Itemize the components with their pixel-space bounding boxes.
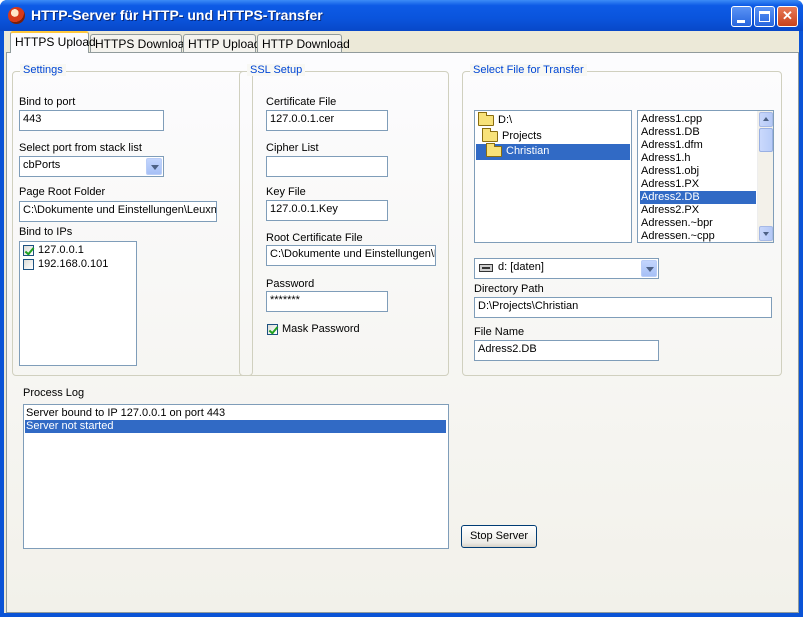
root-certificate-input[interactable]: C:\Dokumente und Einstellungen\L: [266, 245, 436, 266]
file-item-selected[interactable]: Adress2.DB: [640, 191, 756, 204]
scroll-up-icon[interactable]: [759, 112, 773, 127]
drive-value: d: [daten]: [498, 261, 544, 273]
open-folder-icon: [486, 143, 502, 157]
tree-item-label: Projects: [502, 130, 542, 142]
stack-port-select[interactable]: cbPorts: [19, 156, 164, 177]
scroll-thumb[interactable]: [759, 128, 773, 152]
title-bar[interactable]: HTTP-Server für HTTP- und HTTPS-Transfer…: [0, 0, 803, 31]
process-log-list[interactable]: Server bound to IP 127.0.0.1 on port 443…: [23, 404, 449, 549]
bind-ips-label: Bind to IPs: [19, 226, 73, 238]
close-button[interactable]: ✕: [777, 6, 798, 27]
client-area: HTTPS Upload HTTPS Download HTTP Upload …: [4, 31, 799, 613]
ssl-setup-group: SSL Setup Certificate File 127.0.0.1.cer…: [239, 64, 449, 376]
root-folder-input[interactable]: C:\Dokumente und Einstellungen\Leuxne: [19, 201, 217, 222]
open-folder-icon: [478, 112, 494, 126]
file-list-scrollbar[interactable]: [757, 111, 773, 242]
close-icon: ✕: [782, 8, 793, 23]
directory-path-input[interactable]: D:\Projects\Christian: [474, 297, 772, 318]
file-item[interactable]: Adress1.obj: [640, 165, 756, 178]
file-item[interactable]: Adress1.cpp: [640, 113, 756, 126]
maximize-icon: [759, 11, 770, 22]
file-item[interactable]: Adress1.dfm: [640, 139, 756, 152]
mask-password-label: Mask Password: [282, 323, 360, 335]
stack-port-value: cbPorts: [23, 159, 61, 171]
log-entry[interactable]: Server bound to IP 127.0.0.1 on port 443: [25, 407, 446, 420]
process-log-label: Process Log: [23, 387, 85, 399]
maximize-button[interactable]: [754, 6, 775, 27]
file-name-input[interactable]: Adress2.DB: [474, 340, 659, 361]
file-item[interactable]: Adress1.DB: [640, 126, 756, 139]
cipher-list-input[interactable]: [266, 156, 388, 177]
minimize-icon: [737, 20, 745, 23]
settings-group-title: Settings: [20, 64, 66, 76]
tab-http-upload[interactable]: HTTP Upload: [183, 34, 260, 53]
app-icon: [8, 7, 25, 24]
tab-https-download[interactable]: HTTPS Download: [90, 34, 191, 53]
open-folder-icon: [482, 128, 498, 142]
minimize-button[interactable]: [731, 6, 752, 27]
select-file-group: Select File for Transfer D:\ Projects Ch…: [462, 64, 782, 376]
ip-item-label: 127.0.0.1: [38, 244, 84, 256]
checkbox-checked-icon[interactable]: [267, 324, 278, 335]
log-entry-selected[interactable]: Server not started: [25, 420, 446, 433]
tree-item-label: Christian: [506, 145, 550, 157]
file-item[interactable]: Adressen.~cpp: [640, 230, 756, 242]
bind-port-label: Bind to port: [19, 96, 76, 108]
checkbox-checked-icon[interactable]: [23, 245, 34, 256]
file-name-label: File Name: [474, 326, 525, 338]
password-input[interactable]: *******: [266, 291, 388, 312]
file-item[interactable]: Adress1.h: [640, 152, 756, 165]
scroll-down-icon[interactable]: [759, 226, 773, 241]
tab-https-upload[interactable]: HTTPS Upload: [10, 31, 96, 53]
cipher-list-label: Cipher List: [266, 142, 319, 154]
bind-port-input[interactable]: 443: [19, 110, 164, 131]
file-item[interactable]: Adress1.PX: [640, 178, 756, 191]
directory-tree[interactable]: D:\ Projects Christian: [474, 110, 632, 243]
settings-group: Settings Bind to port 443 Select port fr…: [12, 64, 253, 376]
file-list[interactable]: Adress1.cpp Adress1.DB Adress1.dfm Adres…: [637, 110, 774, 243]
password-label: Password: [266, 278, 315, 290]
window-title: HTTP-Server für HTTP- und HTTPS-Transfer: [31, 7, 323, 23]
tab-http-download[interactable]: HTTP Download: [257, 34, 350, 53]
certificate-label: Certificate File: [266, 96, 337, 108]
tree-item-christian[interactable]: Christian: [476, 143, 630, 160]
tab-panel-https-upload: Settings Bind to port 443 Select port fr…: [6, 52, 799, 613]
chevron-down-icon[interactable]: [641, 260, 657, 277]
stop-server-button[interactable]: Stop Server: [461, 525, 537, 548]
checkbox-unchecked-icon[interactable]: [23, 259, 34, 270]
app-window: HTTP-Server für HTTP- und HTTPS-Transfer…: [0, 0, 803, 617]
root-folder-label: Page Root Folder: [19, 186, 106, 198]
ssl-group-title: SSL Setup: [247, 64, 306, 76]
tree-item-label: D:\: [498, 114, 513, 126]
drive-select[interactable]: d: [daten]: [474, 258, 659, 279]
key-file-label: Key File: [266, 186, 306, 198]
certificate-input[interactable]: 127.0.0.1.cer: [266, 110, 388, 131]
key-file-input[interactable]: 127.0.0.1.Key: [266, 200, 388, 221]
drive-icon: [479, 264, 493, 272]
file-item[interactable]: Adressen.~bpr: [640, 217, 756, 230]
directory-path-label: Directory Path: [474, 283, 544, 295]
tree-item-projects[interactable]: Projects: [482, 128, 628, 145]
ip-checklist[interactable]: 127.0.0.1 192.168.0.101: [19, 241, 137, 366]
root-certificate-label: Root Certificate File: [266, 232, 363, 244]
tree-item-drive[interactable]: D:\: [478, 112, 628, 129]
chevron-down-icon[interactable]: [146, 158, 162, 175]
file-item[interactable]: Adress2.PX: [640, 204, 756, 217]
select-file-group-title: Select File for Transfer: [470, 64, 587, 76]
ip-item-label: 192.168.0.101: [38, 258, 109, 270]
stack-list-label: Select port from stack list: [19, 142, 142, 154]
